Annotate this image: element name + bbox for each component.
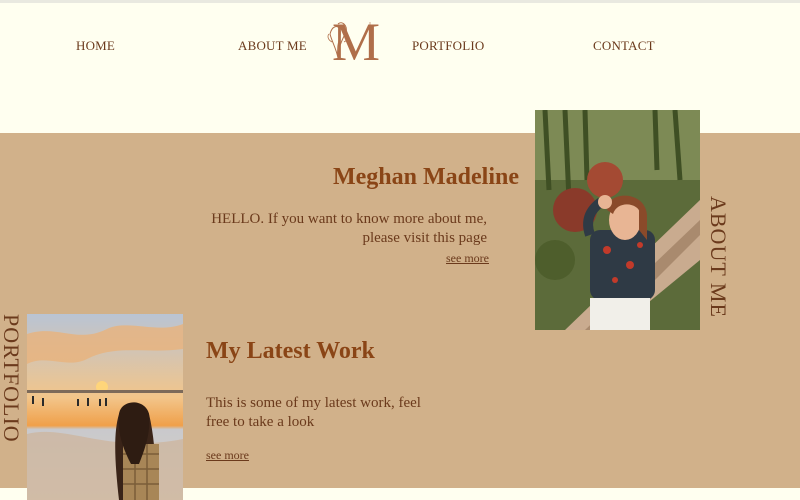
nav-contact-link[interactable]: CONTACT [593,38,655,54]
nav-home-link[interactable]: HOME [76,38,115,54]
nav-about-link[interactable]: ABOUT ME [238,38,307,54]
portfolio-see-more-link[interactable]: see more [206,448,249,463]
portfolio-vertical-label: PORTFOLIO [0,314,24,443]
profile-name: Meghan Madeline [333,164,519,190]
about-see-more-link[interactable]: see more [400,251,489,266]
nav-portfolio-link[interactable]: PORTFOLIO [412,38,485,54]
logo[interactable]: M [326,12,386,72]
latest-work-text: This is some of my latest work, feel fre… [206,395,421,430]
intro-text: HELLO. If you want to know more about me… [211,211,487,246]
top-border [0,0,800,3]
profile-photo [535,110,700,330]
about-me-vertical-label: ABOUT ME [706,196,731,318]
logo-monogram-icon: M [327,12,380,72]
portfolio-photo [27,314,183,500]
latest-work-title: My Latest Work [206,338,375,364]
